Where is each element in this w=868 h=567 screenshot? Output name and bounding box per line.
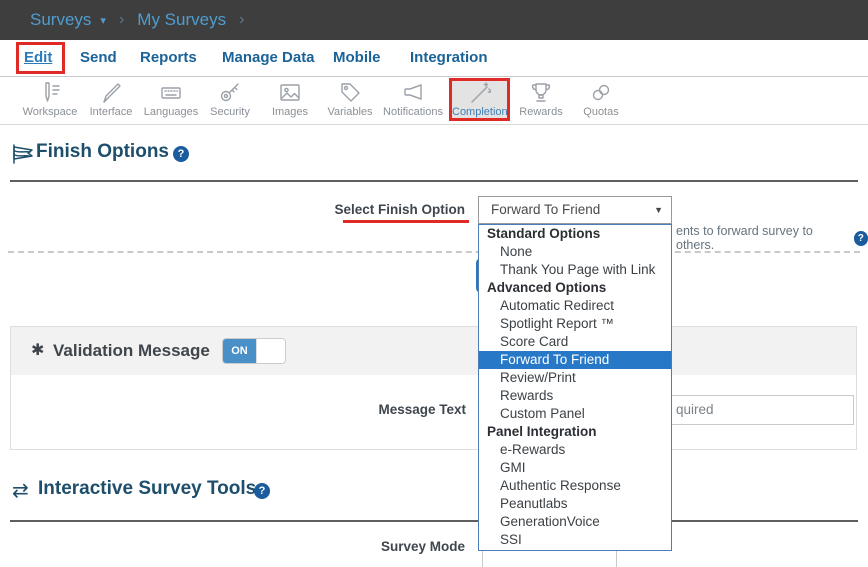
dropdown-option-gmi[interactable]: GMI: [479, 459, 671, 477]
chevron-right-icon: ›: [119, 11, 124, 29]
dropdown-option-thank-you-page[interactable]: Thank You Page with Link: [479, 261, 671, 279]
swap-arrows-icon: ⇄: [12, 478, 29, 503]
dropdown-option-review-print[interactable]: Review/Print: [479, 369, 671, 387]
selected-option-value: Forward To Friend: [491, 197, 600, 223]
dropdown-option-generationvoice[interactable]: GenerationVoice: [479, 513, 671, 531]
tag-icon: [319, 81, 381, 105]
key-icon: [199, 81, 261, 105]
toolbar-item-rewards[interactable]: Rewards: [510, 79, 572, 123]
help-icon[interactable]: ?: [854, 231, 868, 246]
finish-option-select[interactable]: Forward To Friend ▼: [478, 196, 672, 224]
asterisk-icon: ✱: [31, 327, 44, 375]
dropdown-option-automatic-redirect[interactable]: Automatic Redirect: [479, 297, 671, 315]
toolbar-item-notifications[interactable]: Notifications: [380, 79, 446, 123]
pennant-flag-icon: [12, 144, 34, 169]
message-text-value-fragment: quired: [676, 396, 714, 424]
toolbar-label: Rewards: [510, 106, 572, 118]
pencil-lines-icon: [19, 81, 81, 105]
surveys-menu[interactable]: Surveys: [30, 10, 91, 30]
interactive-survey-tools-title: Interactive Survey Tools: [38, 478, 256, 500]
dropdown-option-peanutlabs[interactable]: Peanutlabs: [479, 495, 671, 513]
help-icon[interactable]: ?: [254, 483, 270, 499]
tab-reports[interactable]: Reports: [140, 40, 197, 76]
tab-send[interactable]: Send: [80, 40, 117, 76]
toolbar-item-languages[interactable]: Languages: [140, 79, 202, 123]
main-menu-bar: Edit Send Reports Manage Data Mobile Int…: [0, 40, 868, 77]
toolbar-label: Notifications: [380, 106, 446, 118]
edit-toolbar: Workspace Interface Languages Security I…: [0, 77, 868, 125]
toolbar-label: Images: [259, 106, 321, 118]
tab-integration[interactable]: Integration: [410, 40, 488, 76]
finish-options-title: Finish Options: [36, 141, 169, 163]
dropdown-group-standard-options: Standard Options: [479, 225, 671, 243]
toggle-knob: [256, 339, 285, 363]
toolbar-label: Variables: [319, 106, 381, 118]
toolbar-label: Interface: [80, 106, 142, 118]
dropdown-option-none[interactable]: None: [479, 243, 671, 261]
caret-down-icon[interactable]: ▾: [100, 14, 106, 27]
magic-wand-icon: [452, 81, 507, 105]
toolbar-label: Languages: [140, 106, 202, 118]
validation-toggle[interactable]: ON: [222, 338, 286, 364]
toolbar-label: Completion: [452, 106, 507, 118]
dropdown-option-authentic-response[interactable]: Authentic Response: [479, 477, 671, 495]
dropdown-option-custom-panel[interactable]: Custom Panel: [479, 405, 671, 423]
help-icon[interactable]: ?: [173, 146, 189, 162]
tab-manage-data[interactable]: Manage Data: [222, 40, 315, 76]
trophy-icon: [510, 81, 572, 105]
top-navbar: Surveys ▾ › My Surveys ›: [0, 0, 868, 40]
toolbar-item-variables[interactable]: Variables: [319, 79, 381, 123]
megaphone-icon: [380, 81, 446, 105]
toggle-on-label: ON: [223, 339, 256, 363]
dropdown-option-spotlight-report[interactable]: Spotlight Report ™: [479, 315, 671, 333]
toolbar-item-workspace[interactable]: Workspace: [19, 79, 81, 123]
dropdown-group-panel-integration: Panel Integration: [479, 423, 671, 441]
toolbar-item-security[interactable]: Security: [199, 79, 261, 123]
toolbar-item-interface[interactable]: Interface: [80, 79, 142, 123]
label-annotation-underline: [343, 220, 469, 223]
toolbar-item-completion[interactable]: Completion: [449, 78, 510, 121]
picture-icon: [259, 81, 321, 105]
description-text: ents to forward survey to others.: [676, 224, 849, 252]
survey-mode-select[interactable]: [482, 549, 617, 567]
dropdown-option-score-card[interactable]: Score Card: [479, 333, 671, 351]
dashed-divider: [8, 251, 860, 253]
chevron-right-icon: ›: [239, 11, 244, 29]
dropdown-option-e-rewards[interactable]: e-Rewards: [479, 441, 671, 459]
paintbrush-icon: [80, 81, 142, 105]
dropdown-option-rewards[interactable]: Rewards: [479, 387, 671, 405]
validation-message-panel: ✱ Validation Message ON Message Text qui…: [10, 326, 857, 450]
breadcrumb-my-surveys[interactable]: My Surveys: [137, 10, 226, 30]
tab-edit[interactable]: Edit: [24, 40, 52, 76]
validation-message-title: Validation Message: [53, 327, 210, 375]
panel-header: ✱ Validation Message ON: [11, 327, 856, 375]
survey-mode-label: Survey Mode: [280, 534, 465, 560]
section-divider: [10, 520, 858, 522]
keyboard-icon: [140, 81, 202, 105]
message-text-label: Message Text: [281, 397, 466, 423]
select-caret-icon: ▼: [654, 197, 663, 223]
tab-mobile[interactable]: Mobile: [333, 40, 381, 76]
toolbar-label: Quotas: [570, 106, 632, 118]
completion-settings-page: Surveys ▾ › My Surveys › Edit Send Repor…: [0, 0, 868, 567]
section-divider: [10, 180, 858, 182]
toolbar-label: Workspace: [19, 106, 81, 118]
dropdown-option-forward-to-friend[interactable]: Forward To Friend: [479, 351, 671, 369]
finish-option-dropdown-list: Standard Options None Thank You Page wit…: [478, 224, 672, 551]
forward-description-fragment: ents to forward survey to others. ?: [676, 224, 868, 252]
dropdown-option-ssi[interactable]: SSI: [479, 531, 671, 549]
toolbar-item-quotas[interactable]: Quotas: [570, 79, 632, 123]
dropdown-group-advanced-options: Advanced Options: [479, 279, 671, 297]
toolbar-item-images[interactable]: Images: [259, 79, 321, 123]
toolbar-label: Security: [199, 106, 261, 118]
chain-links-icon: [570, 81, 632, 105]
